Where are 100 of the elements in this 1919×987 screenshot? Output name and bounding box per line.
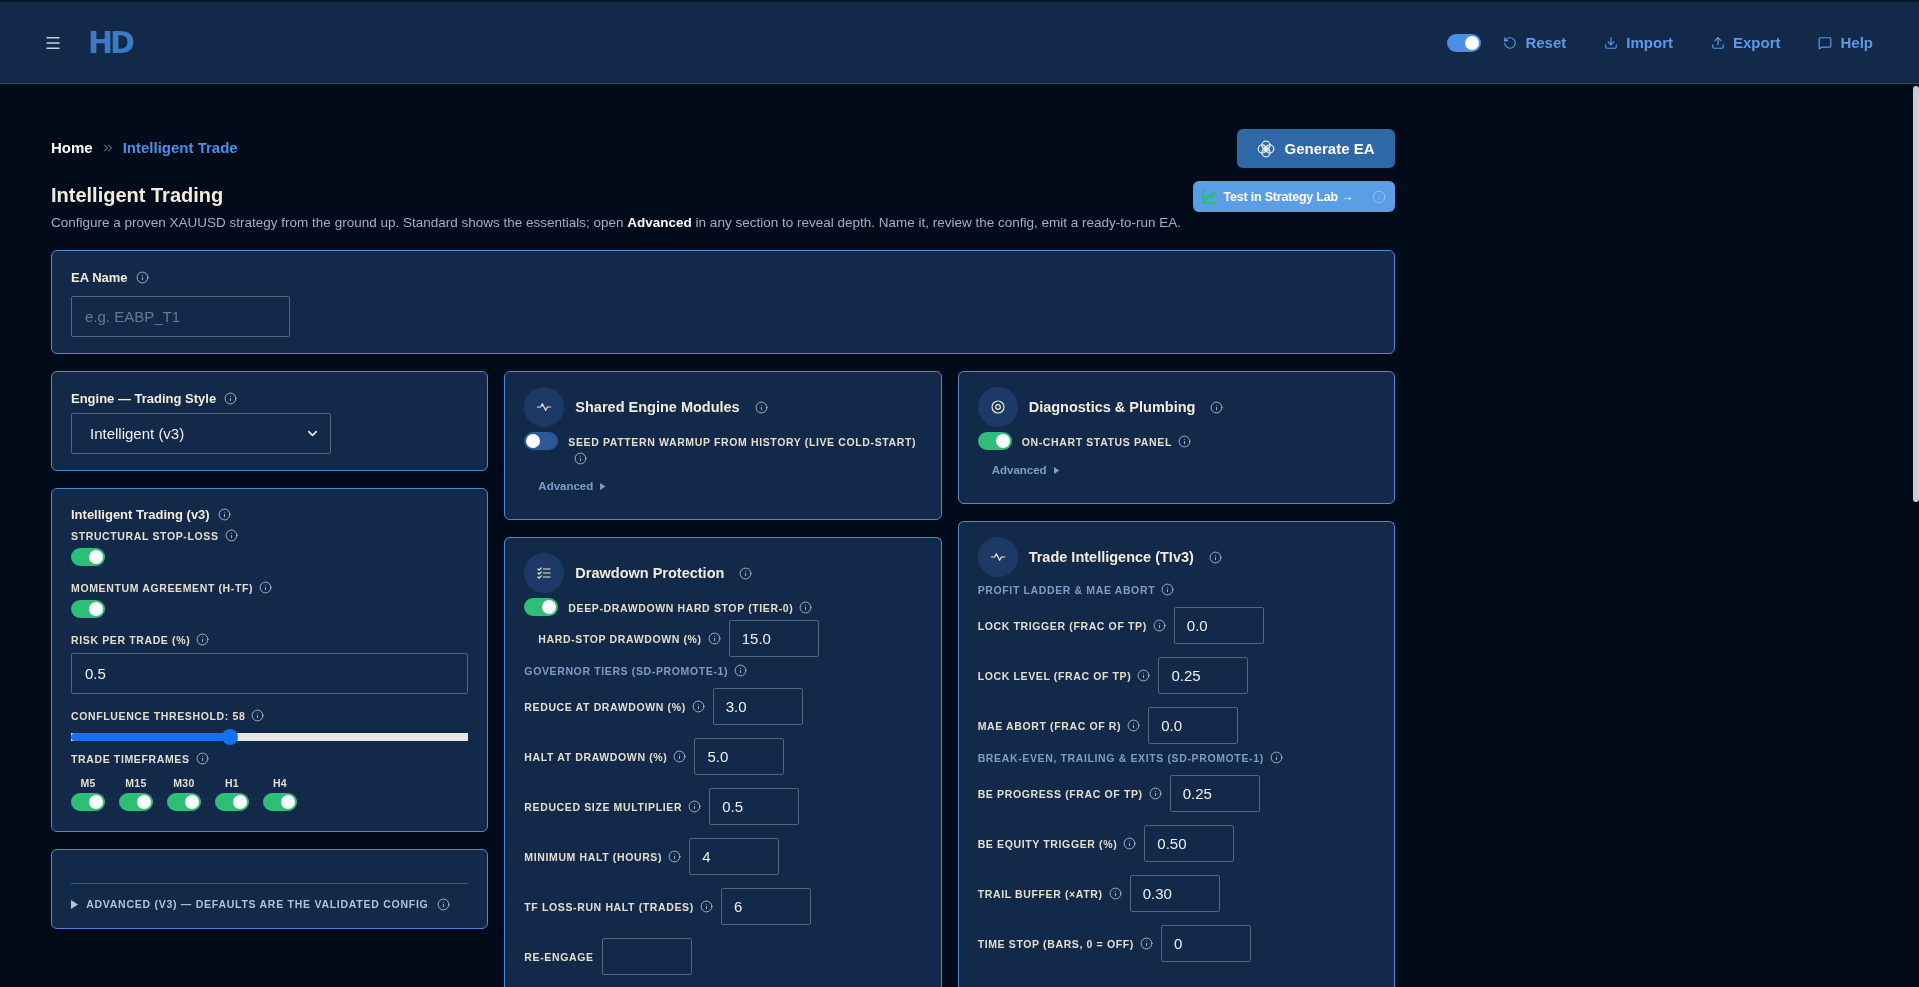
export-button[interactable]: Export [1710, 33, 1781, 52]
info-icon [707, 632, 721, 645]
field-label: MAE ABORT (FRAC OF R) [977, 720, 1122, 732]
flower-icon [1257, 139, 1276, 158]
field-label: RISK PER TRADE (%) [71, 634, 191, 646]
field-label: LOCK TRIGGER (FRAC OF TP) [977, 620, 1147, 632]
info-icon [1148, 787, 1162, 800]
number-input[interactable]: 0.0 [1173, 607, 1264, 644]
section-heading: BREAK-EVEN, TRAILING & EXITS (SD-PROMOTE-1) [977, 752, 1264, 764]
reset-button[interactable]: Reset [1503, 33, 1567, 52]
field-label: EA Name [71, 270, 128, 285]
field-label: TF LOSS-RUN HALT (TRADES) [524, 901, 694, 913]
field-label: TIME STOP (BARS, 0 = OFF) [977, 938, 1134, 950]
toggle-switch[interactable] [167, 793, 201, 811]
info-icon [734, 664, 748, 677]
info-icon [799, 601, 813, 614]
field-label: HALT AT DRAWDOWN (%) [524, 751, 668, 763]
number-input[interactable]: 0 [1160, 925, 1251, 962]
info-icon [196, 633, 210, 646]
toggle-switch[interactable] [524, 598, 559, 616]
toggle-switch[interactable] [119, 793, 153, 811]
info-icon [668, 850, 682, 863]
page-description: Configure a proven XAUUSD strategy from the ground up. Standard shows the essentials; open Advanced in any section to reveal depth. Name it, review the config, emit a ready-to-run EA. [51, 214, 1182, 232]
generate-button[interactable]: Generate EA [1237, 129, 1395, 168]
field-label: REDUCED SIZE MULTIPLIER [524, 801, 683, 813]
number-input[interactable]: 0.5 [709, 788, 800, 825]
toggle-switch[interactable] [215, 793, 249, 811]
caret-icon [600, 482, 606, 490]
card-title: Engine — Trading Style [71, 391, 217, 406]
toggle-switch[interactable] [524, 432, 559, 450]
section-heading: GOVERNOR TIERS (SD-PROMOTE-1) [524, 665, 729, 677]
info-icon [1127, 719, 1141, 732]
info-icon [135, 271, 149, 284]
toggle-switch[interactable] [263, 793, 297, 811]
info-icon [699, 900, 713, 913]
section-title: Shared Engine Modules [575, 399, 740, 415]
toggle-switch[interactable] [71, 548, 105, 566]
info-icon [1152, 619, 1166, 632]
number-input[interactable]: 15.0 [728, 620, 819, 657]
field-label: MINIMUM HALT (HOURS) [524, 851, 663, 863]
info-icon [1210, 401, 1224, 414]
help-button[interactable]: Help [1818, 33, 1873, 52]
speech-bubble-icon [1818, 35, 1833, 50]
info-icon [251, 709, 265, 722]
number-input[interactable]: 0.50 [1144, 825, 1235, 862]
number-input[interactable]: 0.25 [1169, 775, 1260, 812]
number-input[interactable]: 6 [720, 888, 811, 925]
slider-thumb[interactable] [221, 729, 238, 745]
number-input[interactable]: 0.5 [71, 653, 469, 694]
info-icon [1161, 583, 1175, 596]
field-label: TRAIL BUFFER (×ATR) [977, 888, 1103, 900]
advanced-button[interactable]: Advanced [991, 463, 1060, 477]
info-icon [574, 452, 588, 465]
section-title: Drawdown Protection [575, 565, 725, 581]
number-input[interactable] [601, 938, 692, 975]
ring-icon [977, 387, 1018, 427]
scrollbar-thumb[interactable] [1913, 86, 1919, 502]
caret-icon [71, 899, 79, 909]
toggle-label: MOMENTUM AGREEMENT (H-TF) [71, 582, 254, 594]
section-title: Diagnostics & Plumbing [1028, 399, 1196, 415]
info-icon [259, 581, 273, 594]
info-icon [739, 567, 753, 580]
field-label: HARD-STOP DRAWDOWN (%) [538, 633, 702, 645]
advanced-button[interactable]: Advanced [538, 479, 606, 493]
card-title: Intelligent Trading (v3) [71, 507, 210, 522]
breadcrumb-link[interactable]: Intelligent Trade [122, 139, 238, 157]
toggle-switch[interactable] [71, 793, 105, 811]
info-icon [1371, 189, 1386, 204]
field-label: LOCK LEVEL (FRAC OF TP) [977, 670, 1132, 682]
advanced-disclosure[interactable]: ADVANCED (V3) — DEFAULTS ARE THE VALIDATED CONFIG [71, 897, 429, 911]
checklist-icon [524, 553, 565, 593]
number-input[interactable]: 4 [689, 838, 780, 875]
number-input[interactable]: 5.0 [694, 738, 785, 775]
toggle-switch[interactable] [71, 600, 105, 618]
toggle-switch[interactable] [977, 432, 1012, 450]
info-icon [224, 529, 238, 542]
field-label: REDUCE AT DRAWDOWN (%) [524, 701, 686, 713]
field-label: TRADE TIMEFRAMES [71, 753, 190, 765]
info-icon [1139, 937, 1153, 950]
info-icon [1108, 887, 1122, 900]
ea-name-input[interactable]: e.g. EABP_T1 [71, 296, 290, 337]
number-input[interactable]: 0.25 [1158, 657, 1249, 694]
engine-select[interactable]: Intelligent (v3) [71, 413, 331, 454]
pulse-icon [977, 537, 1018, 577]
section-heading: PROFIT LADDER & MAE ABORT [977, 584, 1156, 596]
timeframe-label: M15 [125, 777, 147, 789]
number-input[interactable]: 0.0 [1148, 707, 1239, 744]
number-input[interactable]: 3.0 [712, 688, 803, 725]
info-icon [1208, 551, 1222, 564]
info-icon [691, 700, 705, 713]
number-input[interactable]: 0.30 [1129, 875, 1220, 912]
toggle-label: DEEP-DRAWDOWN HARD STOP (TIER-0) [568, 602, 794, 614]
breadcrumb-link[interactable]: Home [51, 139, 93, 157]
toggle-switch[interactable] [1447, 33, 1482, 52]
slider-label: CONFLUENCE THRESHOLD: 58 [71, 710, 246, 722]
upload-icon [1710, 35, 1725, 50]
section-title: Trade Intelligence (TIv3) [1028, 549, 1194, 565]
import-button[interactable]: Import [1604, 33, 1673, 52]
page-title: Intelligent Trading [51, 183, 225, 207]
info-icon [437, 897, 451, 911]
